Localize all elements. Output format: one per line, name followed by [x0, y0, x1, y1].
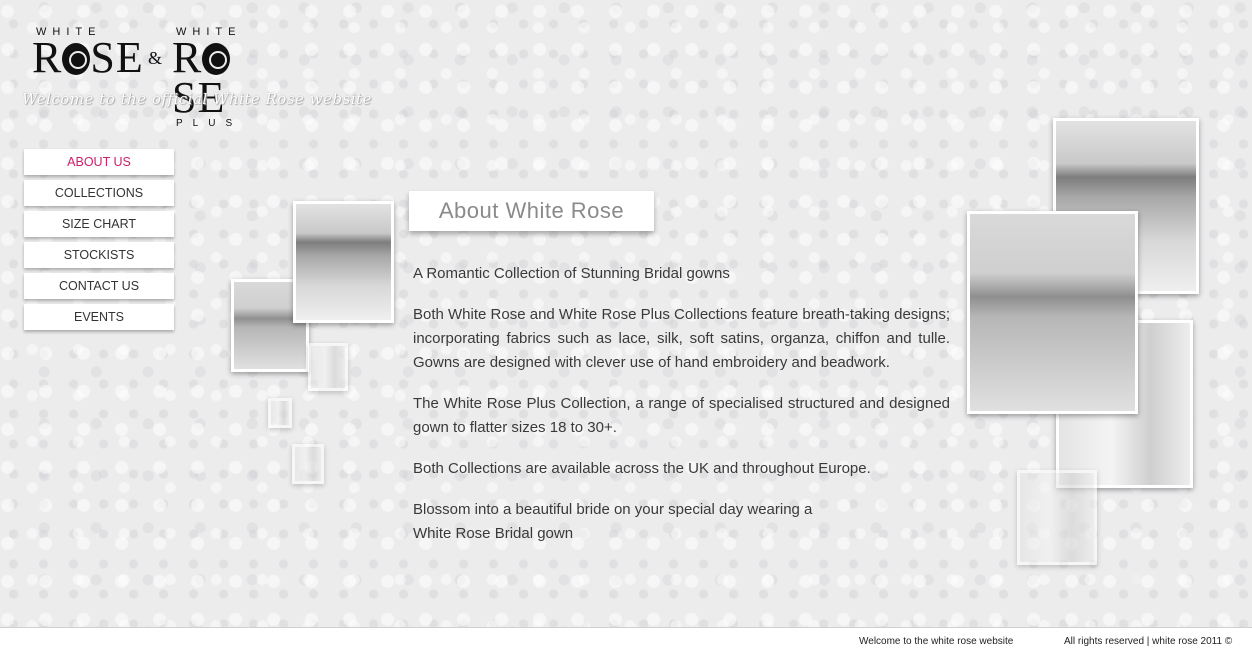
paragraph-availability: Both Collections are available across th… [413, 460, 871, 477]
photo-thumb-2 [268, 398, 292, 428]
about-content: A Romantic Collection of Stunning Bridal… [413, 262, 950, 563]
photo-bride-large [967, 211, 1138, 414]
rose-icon [62, 43, 91, 75]
white-rose-plus-logo: WHITE RSE PLUS [172, 26, 278, 129]
paragraph-collections: Both White Rose and White Rose Plus Coll… [413, 306, 950, 371]
paragraph-closing: Blossom into a beautiful bride on your s… [413, 498, 950, 546]
photo-bride-portrait [293, 201, 394, 323]
closing-line-2: White Rose Bridal gown [413, 525, 574, 542]
white-rose-logo: WHITE R SE [32, 26, 144, 82]
site-tagline: Welcome to the official White Rose websi… [22, 90, 372, 108]
site-footer: Welcome to the white rose website All ri… [0, 627, 1252, 652]
nav-stockists[interactable]: STOCKISTS [24, 242, 174, 268]
page-title: About White Rose [409, 191, 654, 231]
footer-copyright: All rights reserved | white rose 2011 © [1064, 636, 1233, 647]
photo-thumb-1 [308, 343, 348, 391]
nav-about-us[interactable]: ABOUT US [24, 149, 174, 175]
logo-ampersand: & [148, 48, 163, 68]
nav-contact-us[interactable]: CONTACT US [24, 273, 174, 299]
nav-size-chart[interactable]: SIZE CHART [24, 211, 174, 237]
main-nav: ABOUT US COLLECTIONS SIZE CHART STOCKIST… [24, 149, 174, 335]
logo-rose-wordmark: R SE [32, 33, 144, 82]
logo-plus-text: PLUS [176, 118, 243, 129]
nav-collections[interactable]: COLLECTIONS [24, 180, 174, 206]
intro-heading: A Romantic Collection of Stunning Bridal… [413, 265, 730, 282]
rose-icon [202, 43, 231, 75]
footer-welcome: Welcome to the white rose website [859, 636, 1014, 647]
photo-thumb-right [1017, 470, 1097, 565]
photo-thumb-3 [292, 444, 324, 484]
brand-logo[interactable]: WHITE R SE & WHITE RSE PLUS [28, 26, 278, 129]
closing-line-1: Blossom into a beautiful bride on your s… [413, 501, 813, 518]
paragraph-plus-collection: The White Rose Plus Collection, a range … [413, 395, 950, 436]
nav-events[interactable]: EVENTS [24, 304, 174, 330]
